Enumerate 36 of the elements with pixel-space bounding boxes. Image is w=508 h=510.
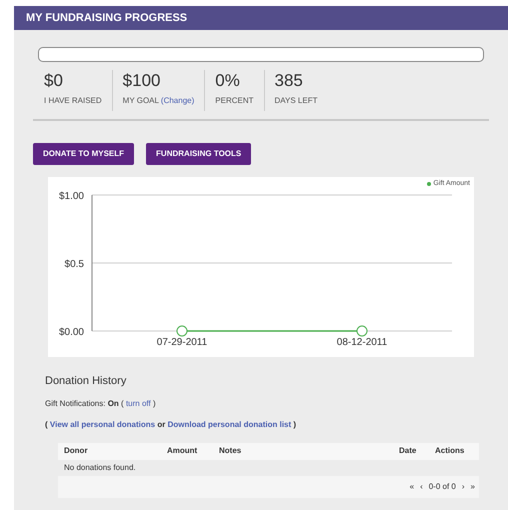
donation-links: ( View all personal donations or Download personal donation list ) bbox=[45, 418, 298, 430]
download-list-link[interactable]: Download personal donation list bbox=[168, 420, 292, 428]
change-link[interactable]: (Change) bbox=[160, 96, 194, 105]
y-tick-label: $1.00 bbox=[58, 191, 84, 202]
y-tick-label: $0.00 bbox=[58, 327, 84, 338]
stat-value: $100 bbox=[122, 70, 162, 92]
last-page-button[interactable]: » bbox=[470, 480, 475, 492]
stat-value: $0 bbox=[44, 70, 64, 92]
column-header: Notes bbox=[218, 445, 242, 457]
stat-value: 0% bbox=[215, 70, 241, 92]
empty-message: No donations found. bbox=[64, 462, 136, 474]
y-tick-label: $0.5 bbox=[64, 259, 84, 270]
first-page-button[interactable]: « bbox=[410, 480, 414, 492]
turn-off-link[interactable]: turn off bbox=[126, 398, 151, 408]
stat-label: I HAVE RAISED bbox=[44, 96, 102, 105]
column-header: Actions bbox=[434, 445, 466, 457]
view-donations-link[interactable]: View all personal donations bbox=[50, 420, 156, 428]
notification-status: Gift Notifications: On ( turn off ) bbox=[45, 398, 157, 410]
x-tick-label: 07-29-2011 bbox=[156, 337, 208, 348]
action-button[interactable]: FUNDRAISING TOOLS bbox=[146, 143, 252, 165]
section-title: Donation History bbox=[45, 374, 128, 389]
stat-value: 385 bbox=[274, 70, 304, 92]
data-point bbox=[356, 326, 368, 336]
column-header: Date bbox=[398, 445, 418, 457]
data-point bbox=[176, 326, 188, 336]
x-tick-label: 08-12-2011 bbox=[336, 337, 388, 348]
stat-label: MY GOAL bbox=[122, 96, 159, 105]
stat-label: PERCENT bbox=[215, 96, 254, 105]
previous-page-button[interactable]: ‹ bbox=[420, 480, 423, 492]
next-page-button[interactable]: › bbox=[462, 480, 465, 492]
stat-label: DAYS LEFT bbox=[274, 96, 318, 105]
column-header: Amount bbox=[166, 445, 198, 457]
action-button[interactable]: DONATE TO MYSELF bbox=[33, 143, 134, 165]
page-range: 0-0 of 0 bbox=[428, 480, 456, 492]
panel-title: MY FUNDRAISING PROGRESS bbox=[26, 10, 188, 26]
column-header: Donor bbox=[63, 445, 89, 457]
